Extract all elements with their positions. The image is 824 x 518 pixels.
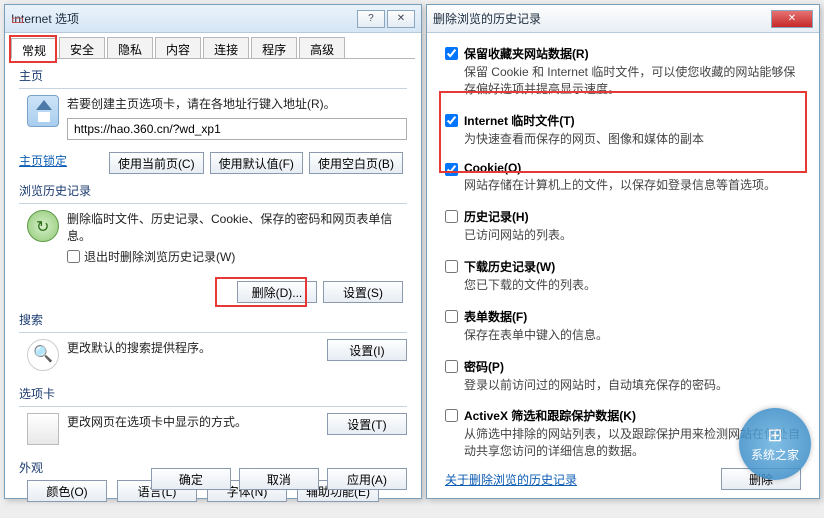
use-default-button[interactable]: 使用默认值(F) xyxy=(210,152,303,174)
delete-option-checkbox-6[interactable] xyxy=(445,360,458,373)
group-home-title: 主页 xyxy=(19,67,407,84)
delete-option-desc: 网站存储在计算机上的文件，以保存如登录信息等首选项。 xyxy=(464,177,801,194)
window-title-right: 删除浏览的历史记录 xyxy=(433,10,771,27)
tab-strip: 常规 安全 隐私 内容 连接 程序 高级 xyxy=(11,37,415,59)
delete-on-exit-checkbox[interactable] xyxy=(67,250,80,263)
apply-button[interactable]: 应用(A) xyxy=(327,468,407,490)
history-hint: 删除临时文件、历史记录、Cookie、保存的密码和网页表单信息。 xyxy=(67,210,407,244)
tabs-icon xyxy=(27,413,59,445)
ok-button[interactable]: 确定 xyxy=(151,468,231,490)
delete-on-exit-label: 退出时删除浏览历史记录(W) xyxy=(84,248,235,265)
tab-security[interactable]: 安全 xyxy=(59,37,105,58)
home-icon xyxy=(27,95,59,127)
help-button[interactable]: ? xyxy=(357,10,385,28)
use-current-button[interactable]: 使用当前页(C) xyxy=(109,152,204,174)
delete-option-title: 下载历史记录(W) xyxy=(464,258,801,275)
delete-option-desc: 登录以前访问过的网站时，自动填充保存的密码。 xyxy=(464,377,801,394)
delete-option-checkbox-7[interactable] xyxy=(445,409,458,422)
color-button[interactable]: 颜色(O) xyxy=(27,480,107,502)
group-search-title: 搜索 xyxy=(19,311,407,328)
search-hint: 更改默认的搜索提供程序。 xyxy=(67,339,319,356)
history-icon xyxy=(27,210,59,242)
about-delete-link[interactable]: 关于删除浏览的历史记录 xyxy=(445,471,577,488)
highlight-delete-button xyxy=(215,277,307,307)
home-lock-link[interactable]: 主页锁定 xyxy=(19,152,67,174)
close-button-left[interactable]: ✕ xyxy=(387,10,415,28)
tabs-settings-button[interactable]: 设置(T) xyxy=(327,413,407,435)
delete-option-3: 历史记录(H) 已访问网站的列表。 xyxy=(445,208,801,244)
watermark-badge: ⊞ 系统之家 xyxy=(739,408,811,480)
delete-option-title: 历史记录(H) xyxy=(464,208,801,225)
delete-option-checkbox-4[interactable] xyxy=(445,260,458,273)
close-button-right[interactable]: ✕ xyxy=(771,10,813,28)
home-hint: 若要创建主页选项卡，请在各地址行键入地址(R)。 xyxy=(67,95,407,112)
group-tabs-title: 选项卡 xyxy=(19,385,407,402)
highlight-tab-general xyxy=(9,35,57,63)
delete-option-checkbox-3[interactable] xyxy=(445,210,458,223)
delete-option-5: 表单数据(F) 保存在表单中键入的信息。 xyxy=(445,308,801,344)
highlight-temp-cookie xyxy=(439,91,807,173)
delete-option-desc: 您已下载的文件的列表。 xyxy=(464,277,801,294)
delete-option-4: 下载历史记录(W) 您已下载的文件的列表。 xyxy=(445,258,801,294)
tab-connections[interactable]: 连接 xyxy=(203,37,249,58)
tab-advanced[interactable]: 高级 xyxy=(299,37,345,58)
delete-option-title: 密码(P) xyxy=(464,358,801,375)
delete-option-6: 密码(P) 登录以前访问过的网站时，自动填充保存的密码。 xyxy=(445,358,801,394)
delete-option-0: 保留收藏夹网站数据(R)保留 Cookie 和 Internet 临时文件，可以… xyxy=(445,45,801,98)
tab-privacy[interactable]: 隐私 xyxy=(107,37,153,58)
window-title-left: Internet 选项 xyxy=(11,10,357,27)
use-blank-button[interactable]: 使用空白页(B) xyxy=(309,152,403,174)
home-url-input[interactable] xyxy=(67,118,407,140)
search-icon xyxy=(27,339,59,371)
delete-option-checkbox-5[interactable] xyxy=(445,310,458,323)
cancel-button[interactable]: 取消 xyxy=(239,468,319,490)
delete-option-desc: 保存在表单中键入的信息。 xyxy=(464,327,801,344)
tabs-hint: 更改网页在选项卡中显示的方式。 xyxy=(67,413,319,430)
delete-option-desc: 已访问网站的列表。 xyxy=(464,227,801,244)
history-settings-button[interactable]: 设置(S) xyxy=(323,281,403,303)
group-history-title: 浏览历史记录 xyxy=(19,182,407,199)
tab-programs[interactable]: 程序 xyxy=(251,37,297,58)
delete-option-checkbox-0[interactable] xyxy=(445,47,458,60)
search-settings-button[interactable]: 设置(I) xyxy=(327,339,407,361)
tab-content[interactable]: 内容 xyxy=(155,37,201,58)
delete-option-title: 表单数据(F) xyxy=(464,308,801,325)
delete-option-title: 保留收藏夹网站数据(R) xyxy=(464,45,801,62)
